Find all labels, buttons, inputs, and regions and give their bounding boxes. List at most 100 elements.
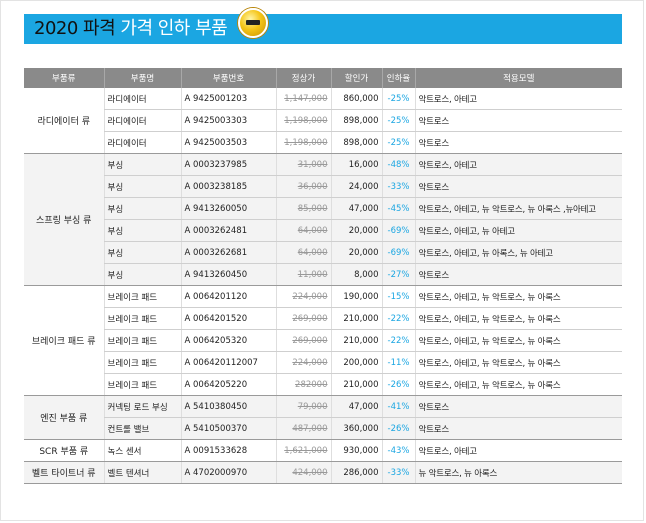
sale-price: 210,000 [330,373,382,396]
part-name: 부싱 [103,175,181,198]
discount-rate: -11% [381,351,415,374]
part-number: A 006420112007 [180,351,276,374]
gold-badge-icon [238,8,268,38]
part-number: A 0003237985 [180,153,276,176]
table-header: 부품류 부품명 부품번호 정상가 할인가 인하율 적용모델 [24,68,622,88]
discount-rate: -45% [381,197,415,220]
header-part-name: 부품명 [103,68,181,88]
discount-rate: -15% [381,285,415,308]
table-row: 컨트롤 밸브 A 5410500370 487,000 360,000 -26%… [24,417,622,440]
regular-price: 269,000 [275,329,331,352]
sale-price: 898,000 [330,131,382,154]
part-number: A 9413260050 [180,197,276,220]
discount-rate: -26% [381,373,415,396]
discount-rate: -69% [381,219,415,242]
header-category: 부품류 [24,68,104,88]
table-row: 부싱 A 0003262681 64,000 20,000 -69% 악트로스,… [24,241,622,264]
applicable-models: 악트로스, 아테고 [414,439,622,462]
table-row: 브레이크 패드 류 브레이크 패드 A 0064201120 224,000 1… [24,285,622,396]
applicable-models: 악트로스 [414,263,622,286]
header-discount-rate: 인하율 [381,68,415,88]
parts-price-table: 부품류 부품명 부품번호 정상가 할인가 인하율 적용모델 라디에이터 류 라디… [24,68,622,484]
part-number: A 0064201520 [180,307,276,330]
applicable-models: 악트로스, 아테고, 뉴 악트로스, 뉴 아록스 [414,351,622,374]
applicable-models: 악트로스 [414,131,622,154]
part-name: 브레이크 패드 [103,329,181,352]
table-row: 엔진 부품 류 커넥팅 로드 부싱 A 5410380450 79,000 47… [24,395,622,440]
sale-price: 210,000 [330,307,382,330]
part-number: A 9425001203 [180,88,276,110]
sale-price: 360,000 [330,417,382,440]
group-spring-bushing: 스프링 부싱 류 부싱 A 0003237985 31,000 16,000 -… [24,153,622,286]
category-cell: 벨트 타이트너 류 [24,461,104,484]
part-name: 라디에이터 [103,131,181,154]
part-name: 커넥팅 로드 부싱 [103,395,181,418]
discount-rate: -69% [381,241,415,264]
sale-price: 898,000 [330,109,382,132]
part-name: 부싱 [103,241,181,264]
group-brake-pad: 브레이크 패드 류 브레이크 패드 A 0064201120 224,000 1… [24,285,622,396]
table-row: 부싱 A 0003238185 36,000 24,000 -33% 악트로스 [24,175,622,198]
part-number: A 4702000970 [180,461,276,484]
discount-rate: -25% [381,131,415,154]
table-row: 라디에이터 A 9425003503 1,198,000 898,000 -25… [24,131,622,154]
part-name: 브레이크 패드 [103,307,181,330]
discount-rate: -25% [381,109,415,132]
regular-price: 31,000 [275,153,331,176]
table-row: 벨트 타이트너 류 벨트 텐셔너 A 4702000970 424,000 28… [24,461,622,484]
table-row: 브레이크 패드 A 0064205220 282000 210,000 -26%… [24,373,622,396]
category-cell: 엔진 부품 류 [24,395,104,440]
header-regular-price: 정상가 [275,68,331,88]
applicable-models: 악트로스 [414,109,622,132]
regular-price: 269,000 [275,307,331,330]
applicable-models: 악트로스, 아테고, 뉴 악트로스, 뉴 아록스 [414,285,622,308]
group-belt-tightener: 벨트 타이트너 류 벨트 텐셔너 A 4702000970 424,000 28… [24,461,622,484]
group-radiator: 라디에이터 류 라디에이터 A 9425001203 1,147,000 860… [24,88,622,154]
header-row: 부품류 부품명 부품번호 정상가 할인가 인하율 적용모델 [24,68,622,88]
part-number: A 9425003503 [180,131,276,154]
table-row: 브레이크 패드 A 006420112007 224,000 200,000 -… [24,351,622,374]
regular-price: 424,000 [275,461,331,484]
regular-price: 224,000 [275,285,331,308]
category-cell: 스프링 부싱 류 [24,153,104,286]
regular-price: 1,147,000 [275,88,331,110]
category-cell: SCR 부품 류 [24,439,104,462]
table-row: 스프링 부싱 류 부싱 A 0003237985 31,000 16,000 -… [24,153,622,286]
applicable-models: 악트로스, 아테고, 뉴 악트로스, 뉴 아록스 [414,329,622,352]
discount-rate: -27% [381,263,415,286]
table-row: 브레이크 패드 A 0064201520 269,000 210,000 -22… [24,307,622,330]
discount-rate: -41% [381,395,415,418]
banner-title-dark: 2020 파격 [34,18,116,39]
part-number: A 0003262481 [180,219,276,242]
discount-rate: -33% [381,461,415,484]
applicable-models: 악트로스 [414,395,622,418]
part-number: A 0064201120 [180,285,276,308]
sale-price: 47,000 [330,197,382,220]
part-name: 녹스 센서 [103,439,181,462]
part-number: A 0003238185 [180,175,276,198]
regular-price: 487,000 [275,417,331,440]
part-number: A 9413260450 [180,263,276,286]
applicable-models: 악트로스, 아테고 [414,88,622,110]
discount-rate: -25% [381,88,415,110]
regular-price: 64,000 [275,241,331,264]
regular-price: 1,621,000 [275,439,331,462]
part-number: A 0003262681 [180,241,276,264]
table-row: 라디에이터 A 9425003303 1,198,000 898,000 -25… [24,109,622,132]
applicable-models: 뉴 악트로스, 뉴 아록스 [414,461,622,484]
part-number: A 0091533628 [180,439,276,462]
regular-price: 85,000 [275,197,331,220]
sale-price: 8,000 [330,263,382,286]
banner-title-white: 가격 인하 부품 [120,18,228,39]
table-row: 라디에이터 류 라디에이터 A 9425001203 1,147,000 860… [24,88,622,154]
table-row: 브레이크 패드 A 0064205320 269,000 210,000 -22… [24,329,622,352]
header-models: 적용모델 [414,68,622,88]
applicable-models: 악트로스, 아테고, 뉴 아테고 [414,219,622,242]
table-row: 부싱 A 0003262481 64,000 20,000 -69% 악트로스,… [24,219,622,242]
regular-price: 224,000 [275,351,331,374]
sale-price: 190,000 [330,285,382,308]
sale-price: 210,000 [330,329,382,352]
discount-rate: -43% [381,439,415,462]
regular-price: 36,000 [275,175,331,198]
part-number: A 0064205220 [180,373,276,396]
